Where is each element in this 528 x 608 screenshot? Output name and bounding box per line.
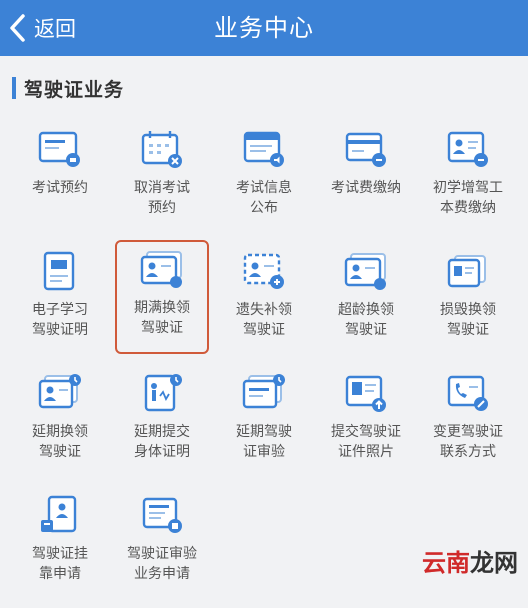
service-label: 考试费缴纳 <box>331 180 401 196</box>
service-label: 延期提交 身体证明 <box>134 424 190 460</box>
damaged-license-icon <box>447 255 486 288</box>
service-health-certificate[interactable]: 延期提交 身体证明 <box>111 364 213 486</box>
service-label: 期满换领 驾驶证 <box>134 300 190 336</box>
page-title: 业务中心 <box>214 14 314 42</box>
review-application-icon <box>142 497 182 533</box>
service-review-application[interactable]: 驾驶证审验 业务申请 <box>111 486 213 608</box>
service-lost-license[interactable]: 遗失补领 驾驶证 <box>213 242 315 364</box>
service-label: 遗失补领 驾驶证 <box>236 302 292 338</box>
service-label: 考试信息 公布 <box>236 180 292 216</box>
learning-permit-icon <box>43 251 75 291</box>
fee-payment-icon <box>447 131 488 167</box>
service-license-renewal[interactable]: 期满换领 驾驶证 <box>115 240 209 354</box>
service-delay-review[interactable]: 延期驾驶 证审验 <box>213 364 315 486</box>
delay-renewal-icon <box>38 374 81 409</box>
service-exam-booking[interactable]: 考试预约 <box>9 120 111 242</box>
service-label: 考试预约 <box>32 180 88 196</box>
section-title: 驾驶证业务 <box>24 78 125 101</box>
service-label: 取消考试 预约 <box>134 180 190 216</box>
lost-license-icon <box>243 253 284 289</box>
exam-info-icon <box>243 131 284 167</box>
service-grid: 考试预约 取消考试 预约 考试信息 公布 考试费缴纳 初学增驾工 本费缴纳 电子… <box>9 120 519 608</box>
service-cancel-exam[interactable]: 取消考试 预约 <box>111 120 213 242</box>
health-certificate-icon <box>144 374 182 412</box>
service-label: 延期驾驶 证审验 <box>236 424 292 460</box>
affiliation-icon <box>41 495 77 533</box>
service-label: 初学增驾工 本费缴纳 <box>433 180 503 216</box>
overage-renewal-icon <box>344 253 386 290</box>
service-upload-photo[interactable]: 提交驾驶证 证件照片 <box>315 364 417 486</box>
section-header: 驾驶证业务 <box>0 56 528 120</box>
exam-fee-icon <box>345 132 386 167</box>
service-delay-renewal[interactable]: 延期换领 驾驶证 <box>9 364 111 486</box>
service-label: 驾驶证挂 靠申请 <box>32 546 88 582</box>
service-affiliation[interactable]: 驾驶证挂 靠申请 <box>9 486 111 608</box>
service-overage-renewal[interactable]: 超龄换领 驾驶证 <box>315 242 417 364</box>
watermark-part2: 龙网 <box>470 549 518 577</box>
service-label: 变更驾驶证 联系方式 <box>433 424 503 460</box>
license-renewal-icon <box>140 251 182 288</box>
delay-review-icon <box>242 374 285 409</box>
service-label: 电子学习 驾驶证明 <box>32 302 88 338</box>
exam-booking-icon <box>38 131 80 167</box>
watermark-logo: 云南龙网 <box>422 543 518 578</box>
upload-photo-icon <box>345 375 386 412</box>
service-label: 超龄换领 驾驶证 <box>338 302 394 338</box>
service-label: 驾驶证审验 业务申请 <box>127 546 197 582</box>
service-exam-fee[interactable]: 考试费缴纳 <box>315 120 417 242</box>
service-fee-payment[interactable]: 初学增驾工 本费缴纳 <box>417 120 519 242</box>
section-bar <box>12 77 16 99</box>
service-label: 延期换领 驾驶证 <box>32 424 88 460</box>
contact-change-icon <box>447 375 488 411</box>
service-label: 损毁换领 驾驶证 <box>440 302 496 338</box>
header-bar: 返回 业务中心 <box>0 0 528 56</box>
service-exam-info[interactable]: 考试信息 公布 <box>213 120 315 242</box>
cancel-exam-icon <box>141 131 182 168</box>
service-label: 提交驾驶证 证件照片 <box>331 424 401 460</box>
watermark-part1: 云南 <box>422 549 470 577</box>
service-damaged-license[interactable]: 损毁换领 驾驶证 <box>417 242 519 364</box>
service-learning-permit[interactable]: 电子学习 驾驶证明 <box>9 242 111 364</box>
service-contact-change[interactable]: 变更驾驶证 联系方式 <box>417 364 519 486</box>
